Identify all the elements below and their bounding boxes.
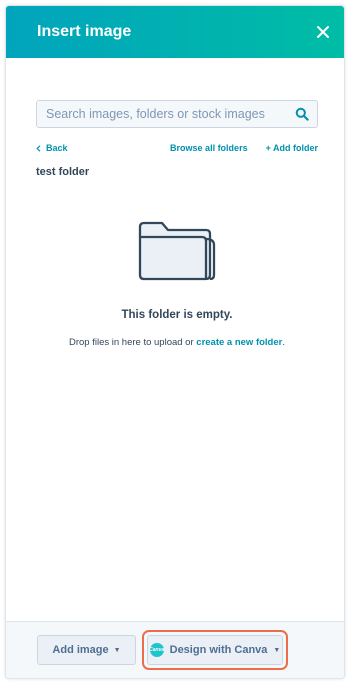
panel-body: Back Browse all folders + Add folder tes… (6, 100, 344, 348)
current-folder-name: test folder (36, 166, 90, 178)
add-image-label: Add image (52, 644, 109, 656)
add-folder-link[interactable]: + Add folder (266, 143, 318, 153)
empty-state: This folder is empty. Drop files in here… (36, 221, 318, 348)
chevron-left-icon (36, 144, 41, 152)
folder-nav: Back Browse all folders + Add folder (36, 143, 318, 153)
close-icon[interactable] (316, 25, 330, 39)
search-icon[interactable] (295, 107, 309, 121)
panel-title: Insert image (37, 23, 132, 40)
highlight-outline: Canva Design with Canva ▼ (142, 630, 288, 670)
chevron-down-icon: ▼ (273, 646, 281, 654)
back-label: Back (46, 143, 68, 153)
canva-logo-text: Canva (149, 647, 165, 653)
folder-actions: Browse all folders + Add folder (170, 143, 318, 153)
insert-image-panel: Insert image Back Browse all folders + A… (5, 5, 345, 679)
panel-footer: Add image ▼ Canva Design with Canva ▼ (6, 621, 344, 678)
add-image-button[interactable]: Add image ▼ (37, 635, 136, 665)
chevron-down-icon: ▼ (113, 646, 121, 654)
empty-state-text-before: Drop files in here to upload or (69, 337, 197, 348)
empty-state-text: Drop files in here to upload or create a… (36, 337, 318, 348)
back-link[interactable]: Back (36, 143, 68, 153)
empty-state-title: This folder is empty. (121, 309, 233, 321)
panel-header: Insert image (6, 6, 344, 58)
design-with-canva-button[interactable]: Canva Design with Canva ▼ (147, 635, 283, 665)
folder-icon (138, 221, 216, 281)
browse-all-folders-link[interactable]: Browse all folders (170, 143, 248, 153)
search-box (36, 100, 318, 128)
create-new-folder-link[interactable]: create a new folder (196, 337, 282, 348)
search-input[interactable] (46, 107, 295, 121)
empty-state-text-after: . (282, 337, 285, 348)
design-with-canva-label: Design with Canva (169, 644, 268, 656)
canva-logo-icon: Canva (149, 643, 165, 657)
